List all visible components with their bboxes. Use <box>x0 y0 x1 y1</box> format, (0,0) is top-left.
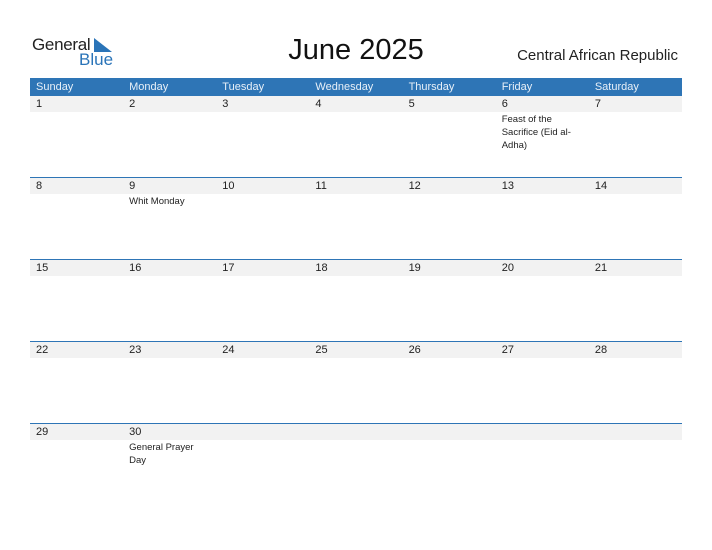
day-cell: 16 <box>123 260 216 341</box>
day-cell: 11 <box>309 178 402 259</box>
weekday-tuesday: Tuesday <box>222 81 265 93</box>
day-cell: 2 <box>123 96 216 177</box>
day-number: 28 <box>594 344 608 356</box>
day-cell: 3 <box>216 96 309 177</box>
day-cell: 14 <box>589 178 682 259</box>
day-cell: 23 <box>123 342 216 423</box>
day-number: 29 <box>36 426 49 438</box>
week-row: 8 9 Whit Monday 10 11 12 13 14 <box>30 177 682 259</box>
day-number: 25 <box>315 344 328 356</box>
day-cell <box>496 424 589 505</box>
day-number: 13 <box>501 180 514 192</box>
day-cell: 6 Feast of the Sacrifice (Eid al-Adha) <box>496 96 589 177</box>
week-row: 15 16 17 18 19 20 21 <box>30 259 682 341</box>
day-cell: 25 <box>309 342 402 423</box>
day-number: 8 <box>36 180 43 192</box>
day-number: 20 <box>501 262 514 274</box>
day-number: 30 <box>129 426 142 438</box>
weekday-sunday: Sunday <box>36 81 74 93</box>
day-number: 11 <box>315 180 327 192</box>
day-number: 24 <box>222 344 235 356</box>
day-cell: 18 <box>309 260 402 341</box>
day-cell: 8 <box>30 178 123 259</box>
day-cell: 17 <box>216 260 309 341</box>
day-number: 7 <box>594 98 601 110</box>
day-cell: 20 <box>496 260 589 341</box>
weekday-thursday: Thursday <box>408 81 455 93</box>
day-cell: 12 <box>403 178 496 259</box>
day-cell: 13 <box>496 178 589 259</box>
weeks-container: 1 2 3 4 5 6 Feast of the Sacrifice (Eid al-Adh… <box>30 96 682 505</box>
day-cell <box>216 424 309 505</box>
day-cell: 26 <box>403 342 496 423</box>
day-number: 27 <box>501 344 514 356</box>
day-number: 19 <box>408 262 421 274</box>
day-number: 12 <box>408 180 421 192</box>
country-name: Central African Republic <box>517 47 678 64</box>
day-cell <box>309 424 402 505</box>
day-number: 5 <box>408 98 415 110</box>
day-cell: 4 <box>309 96 402 177</box>
week-row: 22 23 24 25 26 27 28 <box>30 341 682 423</box>
day-cell: 19 <box>403 260 496 341</box>
day-cell: 1 <box>30 96 123 177</box>
weekday-monday: Monday <box>129 81 169 93</box>
day-number: 4 <box>315 98 322 110</box>
day-number: 10 <box>222 180 235 192</box>
day-number: 17 <box>222 262 235 274</box>
day-cell: 30 General Prayer Day <box>123 424 216 505</box>
day-cell: 22 <box>30 342 123 423</box>
day-number: 15 <box>36 262 49 274</box>
day-number: 18 <box>315 262 328 274</box>
day-cell: 27 <box>496 342 589 423</box>
day-number: 6 <box>501 98 508 110</box>
day-number: 2 <box>129 98 136 110</box>
day-cell: 21 <box>589 260 682 341</box>
weekday-wednesday: Wednesday <box>315 81 374 93</box>
day-cell: 10 <box>216 178 309 259</box>
week-row: 29 30 General Prayer Day <box>30 423 682 505</box>
weekday-saturday: Saturday <box>594 81 639 93</box>
week-row: 1 2 3 4 5 6 Feast of the Sacrifice (Eid al-Adh… <box>30 96 682 177</box>
day-cell: 29 <box>30 424 123 505</box>
calendar-grid: Sunday Monday Tuesday Wednesday Thursday… <box>30 78 682 505</box>
day-cell: 15 <box>30 260 123 341</box>
day-number: 16 <box>129 262 142 274</box>
day-number: 3 <box>222 98 229 110</box>
weekday-friday: Friday <box>501 81 533 93</box>
day-cell: 7 <box>589 96 682 177</box>
day-cell: 9 Whit Monday <box>123 178 216 259</box>
day-number: 9 <box>129 180 136 192</box>
holiday-event: General Prayer Day <box>129 442 194 466</box>
weekday-header: Sunday Monday Tuesday Wednesday Thursday… <box>30 78 682 96</box>
day-number: 1 <box>36 98 43 110</box>
day-cell <box>403 424 496 505</box>
day-number: 23 <box>129 344 142 356</box>
day-cell: 5 <box>403 96 496 177</box>
holiday-event: Whit Monday <box>129 196 185 207</box>
day-cell: 24 <box>216 342 309 423</box>
day-number: 26 <box>408 344 421 356</box>
day-cell <box>589 424 682 505</box>
day-number: 21 <box>594 262 608 274</box>
day-number: 14 <box>594 180 608 192</box>
day-cell: 28 <box>589 342 682 423</box>
day-number: 22 <box>36 344 49 356</box>
holiday-event: Feast of the Sacrifice (Eid al-Adha) <box>501 114 571 151</box>
